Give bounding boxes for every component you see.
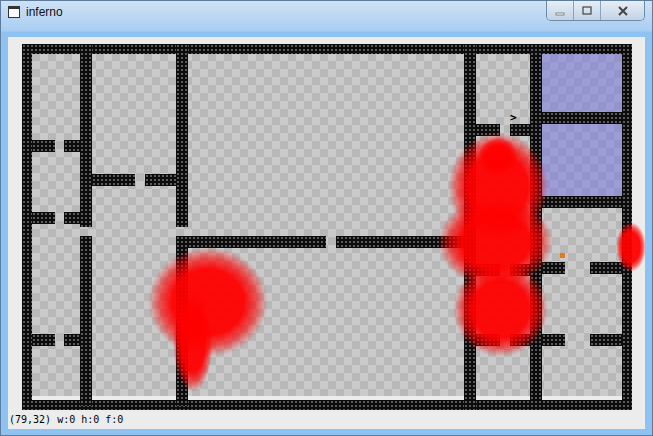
minimize-button[interactable]	[547, 1, 573, 20]
fire	[616, 222, 645, 272]
player-marker	[560, 253, 565, 258]
lit-room	[542, 54, 622, 112]
wall	[176, 44, 188, 227]
wall	[542, 334, 565, 346]
wall	[542, 196, 622, 208]
wall	[64, 334, 80, 346]
title-bar: inferno	[1, 1, 652, 30]
wall	[176, 236, 326, 248]
wall	[32, 334, 55, 346]
maximize-button[interactable]	[573, 1, 600, 20]
wall	[32, 212, 55, 224]
wall	[64, 212, 80, 224]
lit-room	[542, 124, 622, 196]
wall	[92, 174, 135, 186]
wall	[145, 174, 176, 186]
wall	[64, 140, 80, 152]
fire	[453, 262, 548, 357]
maximize-icon	[582, 6, 592, 16]
fire	[478, 137, 518, 177]
stairs: >	[510, 112, 517, 124]
window: inferno > (79,32) w:0 h:0 f:0	[0, 0, 653, 436]
wall	[32, 140, 55, 152]
wall	[22, 44, 32, 410]
app-icon	[8, 6, 20, 18]
game-map[interactable]: >	[8, 37, 645, 410]
wall	[80, 44, 92, 227]
window-title: inferno	[26, 5, 63, 19]
client-area: > (79,32) w:0 h:0 f:0	[8, 37, 645, 429]
status-bar: (79,32) w:0 h:0 f:0	[8, 410, 645, 428]
wall	[80, 236, 92, 406]
close-button[interactable]	[600, 1, 644, 20]
wall	[590, 334, 622, 346]
minimize-icon	[555, 6, 565, 16]
fire	[173, 292, 213, 392]
wall	[590, 262, 622, 274]
wall	[542, 112, 622, 124]
close-icon	[617, 6, 629, 16]
window-controls	[546, 1, 645, 21]
